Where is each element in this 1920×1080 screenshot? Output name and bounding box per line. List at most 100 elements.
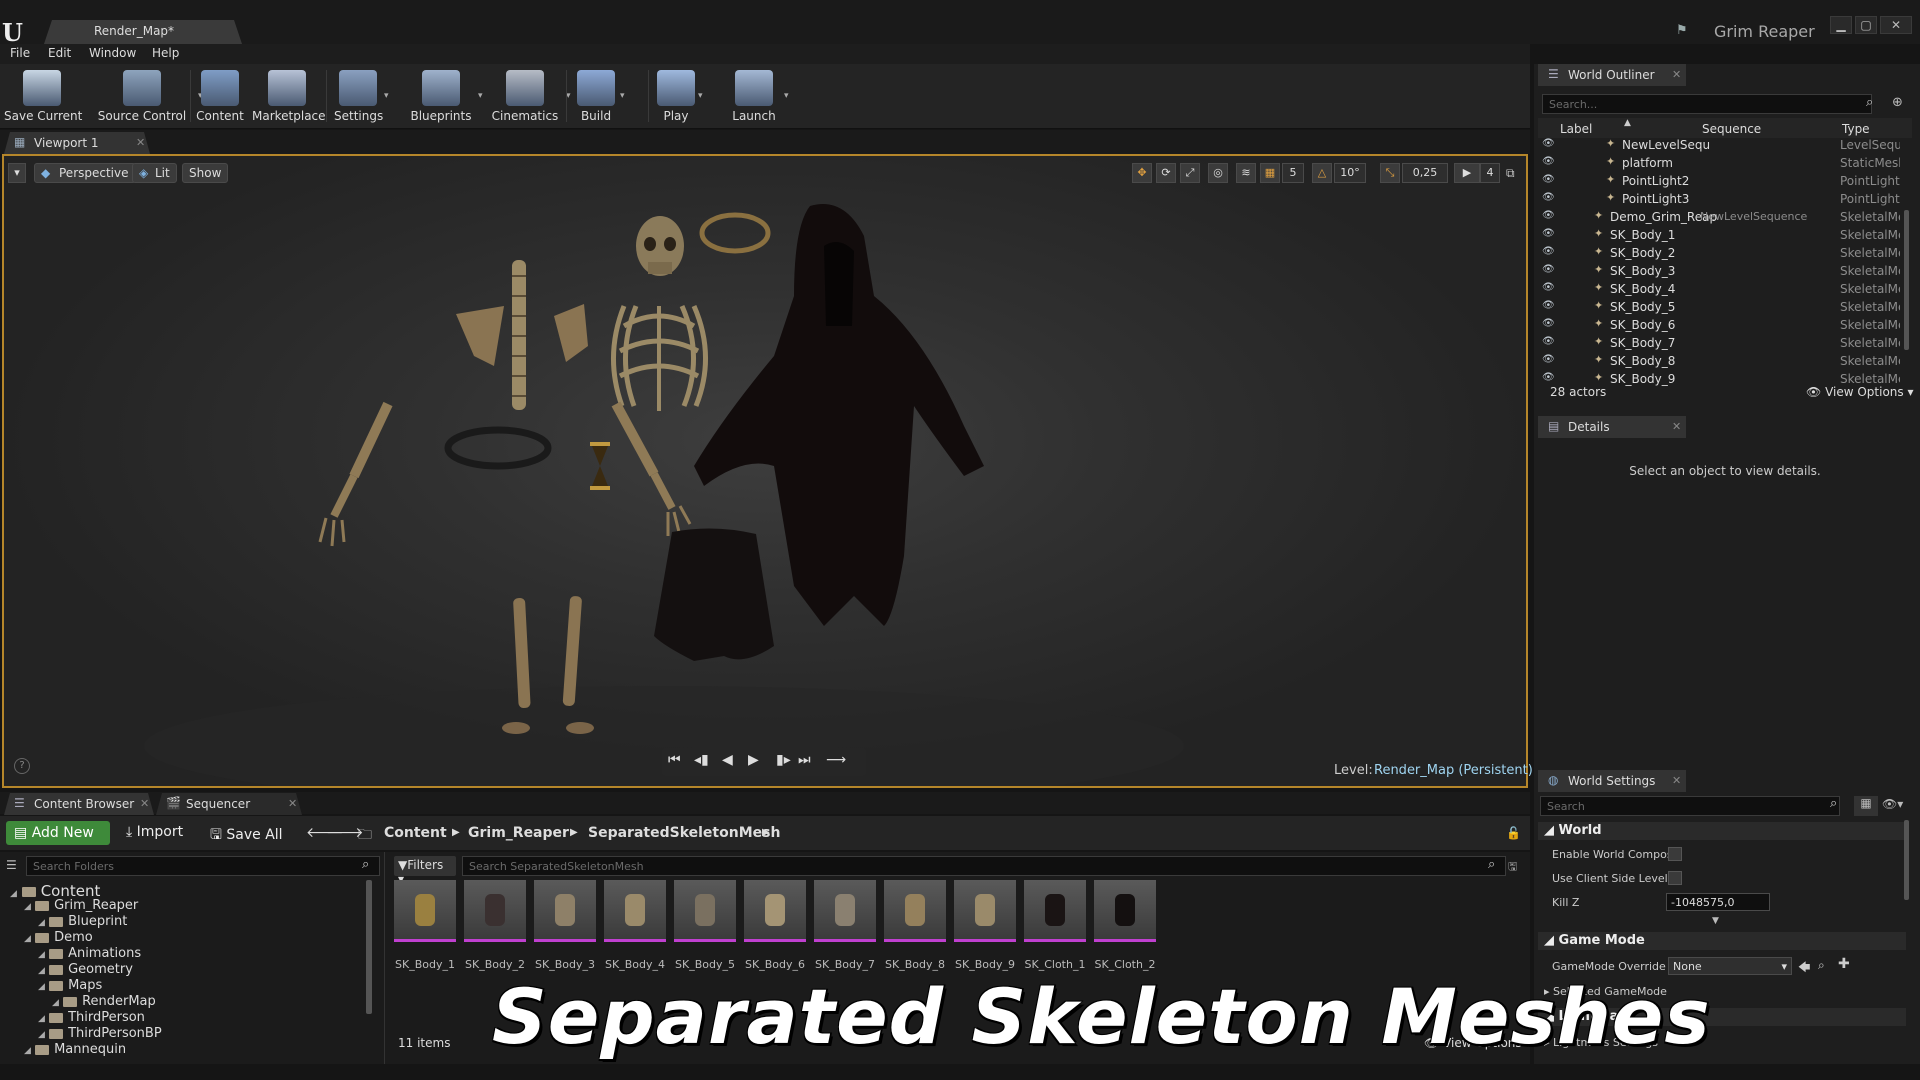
translate-icon[interactable]: ✥ <box>1132 163 1152 183</box>
visibility-eye-icon[interactable]: 👁 <box>1542 138 1555 149</box>
outliner-row[interactable]: 👁 ✦ SK_Body_2 SkeletalMe <box>1538 244 1902 262</box>
step-back-icon[interactable]: ◂▮ <box>694 752 709 768</box>
dropdown-arrow-icon[interactable]: ▾ <box>784 91 794 101</box>
content-button[interactable]: Content <box>196 66 244 126</box>
search-assets-input[interactable]: Search SeparatedSkeletonMesh <box>462 856 1506 876</box>
splitter[interactable] <box>384 852 385 1064</box>
close-tab-icon[interactable]: ✕ <box>1672 774 1681 787</box>
folder-tree-item[interactable]: ◢ ThirdPerson <box>38 1010 145 1025</box>
loop-icon[interactable]: ⟶ <box>826 752 846 768</box>
world-settings-search-input[interactable]: Search <box>1540 796 1840 816</box>
rotation-snap-value[interactable]: 10° <box>1334 163 1366 183</box>
skip-to-end-icon[interactable]: ⏭ <box>798 752 811 768</box>
close-button[interactable]: ✕ <box>1880 16 1912 34</box>
expand-arrow-icon[interactable]: ◢ <box>24 902 31 912</box>
expand-arrow-icon[interactable]: ◢ <box>38 982 45 992</box>
grid-snap-icon[interactable]: ▦ <box>1260 163 1280 183</box>
world-settings-scrollbar[interactable] <box>1904 820 1909 900</box>
close-tab-icon[interactable]: ✕ <box>1672 68 1681 81</box>
add-folder-icon[interactable]: ⊕ <box>1892 95 1903 110</box>
menu-file[interactable]: File <box>10 46 30 60</box>
folder-tree-item[interactable]: ◢ ThirdPersonBP <box>38 1026 162 1041</box>
visibility-eye-icon[interactable]: 👁 <box>1542 246 1555 257</box>
use-client-side-checkbox[interactable] <box>1668 871 1682 885</box>
outliner-scrollbar[interactable] <box>1904 210 1909 350</box>
asset-thumbnail[interactable] <box>1094 880 1156 942</box>
asset-thumbnail[interactable] <box>604 880 666 942</box>
scale-icon[interactable]: ⤢ <box>1180 163 1200 183</box>
scale-snap-value[interactable]: 0,25 <box>1402 163 1448 183</box>
tab-world-settings[interactable]: ◍ World Settings ✕ <box>1538 770 1686 792</box>
asset-thumbnail[interactable] <box>464 880 526 942</box>
maximize-button[interactable]: ▢ <box>1855 16 1877 34</box>
folder-tree-item[interactable]: ◢ Geometry <box>38 962 133 977</box>
asset-thumbnail[interactable] <box>674 880 736 942</box>
visibility-eye-icon[interactable]: 👁 <box>1542 282 1555 293</box>
dropdown-arrow-icon[interactable]: ▾ <box>698 91 708 101</box>
outliner-row[interactable]: 👁 ✦ PointLight2 PointLight <box>1538 172 1902 190</box>
expand-advanced-icon[interactable]: ▼ <box>1712 916 1719 926</box>
folder-tree-item[interactable]: ◢ Maps <box>38 978 102 993</box>
expand-arrow-icon[interactable]: ◢ <box>38 966 45 976</box>
visibility-eye-icon[interactable]: 👁 <box>1542 354 1555 365</box>
expand-arrow-icon[interactable]: ◢ <box>52 998 59 1008</box>
close-tab-icon[interactable]: ✕ <box>288 797 297 810</box>
marketplace-button[interactable]: Marketplace <box>252 66 326 126</box>
maximize-viewport-icon[interactable]: ⧉ <box>1506 166 1515 181</box>
world-space-icon[interactable]: ◎ <box>1208 163 1228 183</box>
folder-tree-scrollbar[interactable] <box>366 880 372 1014</box>
asset-thumbnail[interactable] <box>534 880 596 942</box>
play-button[interactable]: Play <box>656 66 696 126</box>
tab-details[interactable]: ▤ Details ✕ <box>1538 416 1686 438</box>
outliner-row[interactable]: 👁 ✦ SK_Body_5 SkeletalMe <box>1538 298 1902 316</box>
skip-to-start-icon[interactable]: ⏮ <box>668 752 681 768</box>
launch-button[interactable]: Launch <box>726 66 782 126</box>
expand-arrow-icon[interactable]: ◢ <box>38 918 45 928</box>
asset-thumbnail[interactable] <box>744 880 806 942</box>
settings-button[interactable]: Settings <box>334 66 383 126</box>
viewport-options-dropdown[interactable]: ▾ <box>8 163 26 183</box>
visibility-eye-icon[interactable]: 👁 <box>1542 318 1555 329</box>
menu-help[interactable]: Help <box>152 46 179 60</box>
asset-thumbnail[interactable] <box>1024 880 1086 942</box>
col-label-header[interactable]: Label <box>1560 122 1592 136</box>
level-viewport[interactable] <box>2 154 1528 788</box>
menu-edit[interactable]: Edit <box>48 46 71 60</box>
sources-toggle-icon[interactable]: ☰ <box>6 858 17 872</box>
close-tab-icon[interactable]: ✕ <box>136 136 145 149</box>
outliner-row[interactable]: 👁 ✦ NewLevelSequ LevelSequ <box>1538 136 1902 154</box>
eye-options-icon[interactable]: 👁▾ <box>1882 797 1903 811</box>
asset-thumbnail[interactable] <box>394 880 456 942</box>
lit-button[interactable]: ◈ Lit <box>132 163 177 183</box>
search-folders-input[interactable]: Search Folders <box>26 856 380 876</box>
camera-speed-icon[interactable]: ▶ <box>1454 163 1480 183</box>
visibility-eye-icon[interactable]: 👁 <box>1542 192 1555 203</box>
blueprints-button[interactable]: Blueprints <box>406 66 476 126</box>
expand-arrow-icon[interactable]: ◢ <box>38 950 45 960</box>
show-button[interactable]: Show <box>182 163 229 183</box>
save-search-icon[interactable]: 🖫 <box>1508 858 1517 877</box>
col-type-header[interactable]: Type <box>1842 122 1870 136</box>
add-new-button[interactable]: ▤ Add New ▾ <box>6 821 110 865</box>
close-tab-icon[interactable]: ✕ <box>1672 420 1681 433</box>
filters-button[interactable]: ▼Filters ▾ <box>394 856 456 886</box>
outliner-row[interactable]: 👁 ✦ Demo_Grim_Reap NewLevelSequence Skeletal… <box>1538 208 1902 226</box>
outliner-row[interactable]: 👁 ✦ SK_Body_3 SkeletalMe <box>1538 262 1902 280</box>
breadcrumb-arrow-icon[interactable]: ▶ <box>762 827 770 838</box>
play-reverse-icon[interactable]: ◀ <box>722 752 733 768</box>
outliner-row[interactable]: 👁 ✦ SK_Body_1 SkeletalMe <box>1538 226 1902 244</box>
import-button[interactable]: ⤓ Import <box>126 824 183 840</box>
folder-tree-item[interactable]: ◢ RenderMap <box>52 994 156 1009</box>
outliner-search-input[interactable]: Search... <box>1542 94 1872 114</box>
dropdown-arrow-icon[interactable]: ▾ <box>384 91 394 101</box>
scale-snap-icon[interactable]: ⤡ <box>1380 163 1400 183</box>
folder-tree-item[interactable]: ◢ Demo <box>24 930 93 945</box>
visibility-eye-icon[interactable]: 👁 <box>1542 174 1555 185</box>
breadcrumb-content[interactable]: Content <box>384 825 447 841</box>
expand-arrow-icon[interactable]: ◢ <box>24 934 31 944</box>
breadcrumb-grim-reaper[interactable]: Grim_Reaper <box>468 825 569 841</box>
step-forward-icon[interactable]: ▮▸ <box>776 752 791 768</box>
rotation-snap-icon[interactable]: △ <box>1312 163 1332 183</box>
save-all-button[interactable]: 🖫 Save All <box>210 824 283 848</box>
menu-window[interactable]: Window <box>89 46 136 60</box>
